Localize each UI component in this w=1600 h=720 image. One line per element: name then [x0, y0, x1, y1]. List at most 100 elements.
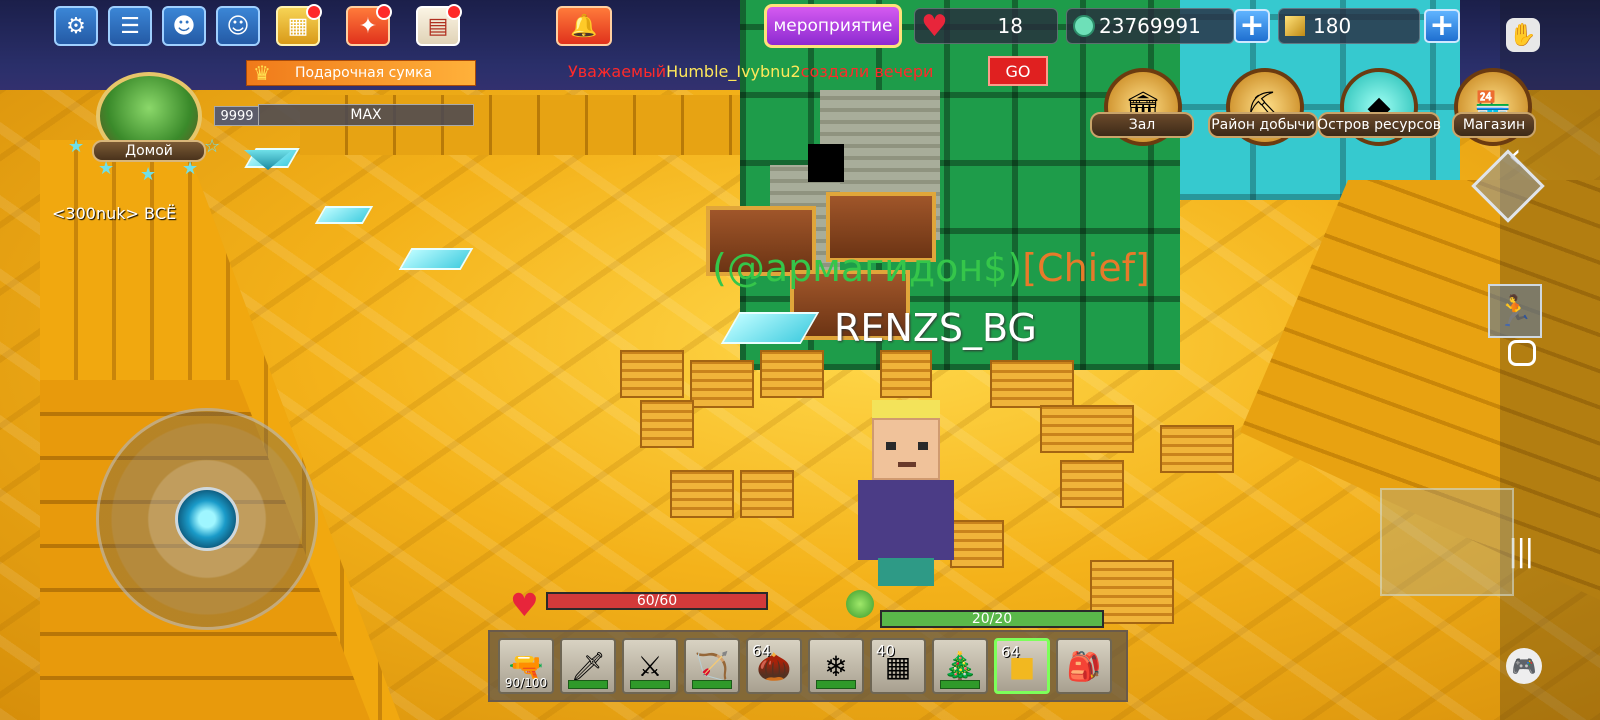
go-button[interactable]: GO [988, 56, 1048, 86]
diamond-tile [398, 248, 474, 270]
hay-bale [1160, 425, 1234, 473]
jump-action-button[interactable] [1380, 488, 1514, 596]
bow-icon: 🏹 [694, 649, 730, 683]
add-coins-button[interactable]: + [1234, 9, 1270, 43]
screenshot-icon[interactable]: ✋ [1506, 18, 1540, 52]
robot-face-icon: ☻ [172, 13, 196, 39]
star-icon: ☆ [204, 136, 221, 157]
event-button[interactable]: мероприятие [764, 4, 902, 48]
crystal-icon: ❄ [824, 649, 848, 683]
item-count: 64 [752, 642, 772, 660]
coins-counter: 23769991 [1066, 8, 1234, 44]
location-label-mining[interactable]: Район добычи [1208, 112, 1318, 138]
home-nav-icon[interactable] [1508, 340, 1536, 366]
christmas-tree-icon: 🎄 [942, 649, 978, 683]
game-scene: (@армагидон$)[Chief] RENZS_BG ✋ ‹ 🏃 ||| … [0, 0, 1600, 720]
location-label-hall[interactable]: Зал [1090, 112, 1194, 138]
tasks-button[interactable]: ▤ [416, 4, 462, 46]
alerts-button[interactable]: 🔔 [556, 6, 612, 46]
hotbar-slot[interactable]: 🎒 [1056, 638, 1112, 694]
friends-button[interactable]: ☻ [162, 6, 206, 46]
item-count: 64 [1001, 643, 1021, 661]
notification-dot [376, 4, 392, 20]
gift-bag-banner[interactable]: ♛ Подарочная сумка [246, 60, 476, 86]
coins-value: 23769991 [1099, 14, 1201, 38]
hotbar-slot[interactable]: ⚔ [622, 638, 678, 694]
hearts-value: 18 [997, 14, 1023, 38]
hotbar-slot[interactable]: 🌰 64 [746, 638, 802, 694]
purple-sword-icon: ⚔ [637, 649, 663, 683]
black-block [808, 144, 844, 182]
coin-icon [1073, 15, 1095, 37]
hotbar-slot[interactable]: ▦ 40 [870, 638, 926, 694]
player-character[interactable] [850, 400, 960, 590]
gold-counter: 180 [1278, 8, 1420, 44]
star-icon: ★ [140, 164, 157, 185]
level-progress-bar: MAX [258, 104, 474, 126]
hay-bale [760, 350, 824, 398]
durability-bar [940, 680, 980, 689]
player-name: RENZS_BG [834, 306, 1037, 350]
hay-bale [690, 360, 754, 408]
crown-icon: ♛ [253, 61, 271, 85]
add-gold-button[interactable]: + [1424, 9, 1460, 43]
star-icon: ★ [182, 158, 199, 179]
durability-bar [630, 680, 670, 689]
hotbar-slot[interactable]: 🔫 90/100 [498, 638, 554, 694]
notification-dot [446, 4, 462, 20]
player-tag-text: <300nuk> ВСЁ [52, 204, 177, 223]
location-label-island[interactable]: Остров ресурсов [1317, 112, 1441, 138]
durability-label: 90/100 [504, 676, 548, 690]
hotbar-slot[interactable]: 🎄 [932, 638, 988, 694]
gamepad-icon[interactable]: 🎮 [1506, 648, 1542, 684]
hay-bale [990, 360, 1074, 408]
joystick-knob[interactable] [175, 487, 239, 551]
hay-bale [1060, 460, 1124, 508]
hay-bale [740, 470, 794, 518]
heart-icon: ♥ [921, 8, 948, 44]
backpack-icon: 🎒 [1066, 649, 1102, 683]
player-shirt [858, 480, 954, 560]
notes-icon: ▤ [427, 13, 449, 39]
profile-card-icon: ☺ [226, 13, 250, 39]
hay-bale [620, 350, 684, 398]
celebration-button[interactable]: ✦ [346, 4, 392, 46]
gift-bag-label: Подарочная сумка [294, 65, 433, 81]
announcement-text: УважаемыйHumble_Ivybnu2создали вечери [568, 62, 934, 81]
level-badge: 9999 [214, 106, 260, 126]
rank-tag: [Chief] [1022, 246, 1150, 290]
hotbar-slot[interactable]: 🏹 [684, 638, 740, 694]
durability-bar [692, 680, 732, 689]
item-count: 40 [876, 642, 896, 660]
chat-button[interactable]: ☰ [108, 6, 152, 46]
player-hair [872, 400, 940, 420]
durability-bar [568, 680, 608, 689]
hay-bale [880, 350, 932, 398]
player-nameplate-guild: (@армагидон$)[Chief] [712, 246, 1150, 290]
gold-value: 180 [1313, 14, 1352, 38]
sword-icon: 🗡 [570, 649, 606, 683]
profile-button[interactable]: ☺ [216, 6, 260, 46]
health-heart-icon: ♥ [510, 586, 539, 624]
game-mode-icon: ▦ [287, 13, 309, 39]
hunger-value: 20/20 [971, 611, 1013, 627]
hotbar-slot[interactable]: ■ 64 [994, 638, 1050, 694]
apple-icon [846, 590, 874, 618]
star-icon: ★ [68, 136, 85, 157]
player-legs [878, 558, 934, 586]
game-mode-button[interactable]: ▦ [276, 4, 322, 46]
sprint-icon[interactable]: 🏃 [1488, 284, 1542, 338]
location-label-shop[interactable]: Магазин [1452, 112, 1536, 138]
hotbar-slot[interactable]: ❄ [808, 638, 864, 694]
inventory-hotbar: 🔫 90/100 🗡 ⚔ 🏹 🌰 64 ❄ ▦ 40 🎄 ■ 64 🎒 [488, 630, 1128, 702]
health-value: 60/60 [636, 593, 678, 609]
hunger-bar: 20/20 [880, 610, 1104, 628]
gear-icon: ⚙ [66, 13, 86, 39]
settings-button[interactable]: ⚙ [54, 6, 98, 46]
bell-icon: 🔔 [570, 13, 598, 39]
hotbar-slot[interactable]: 🗡 [560, 638, 616, 694]
health-bar: 60/60 [546, 592, 768, 610]
player-head [872, 418, 940, 480]
notification-dot [306, 4, 322, 20]
party-popper-icon: ✦ [358, 13, 378, 39]
